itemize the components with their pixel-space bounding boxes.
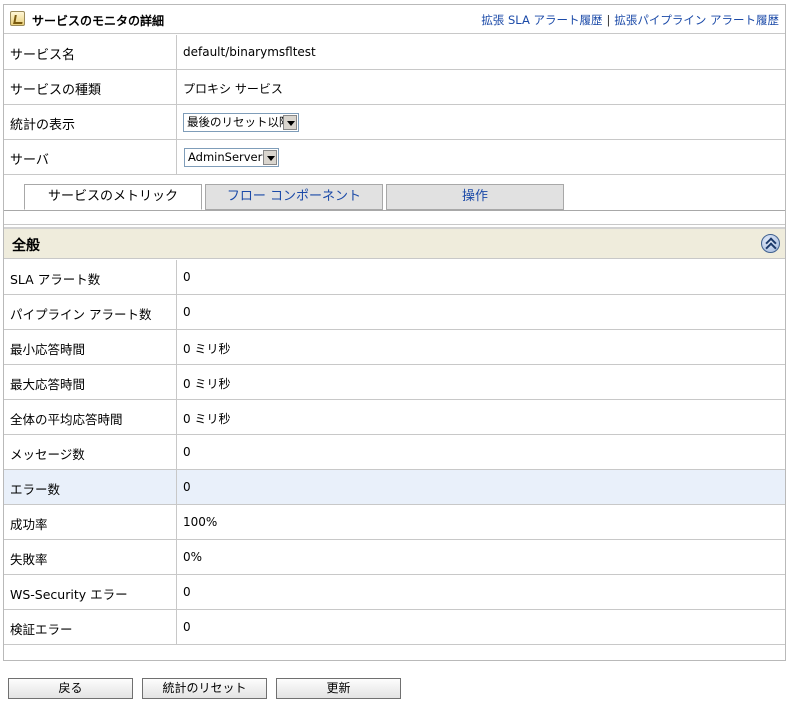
row-divider [176, 400, 177, 434]
metric-value: 0 [183, 305, 191, 319]
table-row: 成功率 100% [4, 505, 785, 540]
table-row: 失敗率 0% [4, 540, 785, 575]
tab-bar: サービスのメトリック フロー コンポーネント 操作 [4, 175, 785, 225]
collapse-icon[interactable] [761, 234, 780, 253]
table-row: 全体の平均応答時間 0 ミリ秒 [4, 400, 785, 435]
row-divider [176, 575, 177, 609]
server-selected: AdminServer [188, 150, 263, 164]
metric-value: 100% [183, 515, 218, 529]
page-title: サービスのモニタの詳細 [32, 14, 165, 28]
chevron-down-icon[interactable] [263, 150, 277, 165]
service-monitor-icon [10, 11, 25, 26]
sla-alert-history-link[interactable]: 拡張 SLA アラート履歴 [481, 13, 602, 27]
metric-value: 0% [183, 550, 203, 564]
metric-value: 0 [183, 270, 191, 284]
metric-label: エラー数 [10, 482, 61, 497]
metric-label: SLA アラート数 [10, 272, 101, 287]
metric-value: 0 [183, 445, 191, 459]
server-row: サーバ AdminServer [4, 140, 785, 175]
tab-flow-components[interactable]: フロー コンポーネント [205, 184, 383, 210]
metric-label: 全体の平均応答時間 [10, 412, 123, 427]
metric-label: メッセージ数 [10, 447, 85, 462]
section-title: 全般 [12, 238, 40, 254]
table-row: メッセージ数 0 [4, 435, 785, 470]
alert-history-links: 拡張 SLA アラート履歴 | 拡張パイプライン アラート履歴 [481, 12, 779, 28]
row-divider [176, 540, 177, 574]
table-row: 最小応答時間 0 ミリ秒 [4, 330, 785, 365]
service-type-label: サービスの種類 [10, 83, 102, 98]
service-name-value: default/binarymsfltest [183, 45, 316, 59]
row-divider [176, 365, 177, 399]
row-divider [176, 470, 177, 504]
metric-value: 0 [183, 480, 191, 494]
tab-service-metrics[interactable]: サービスのメトリック [24, 184, 202, 210]
row-divider [176, 260, 177, 294]
metric-value: 0 [183, 585, 191, 599]
reset-stats-button[interactable]: 統計のリセット [142, 678, 267, 699]
stats-display-label: 統計の表示 [10, 118, 76, 133]
row-divider [176, 330, 177, 364]
metric-value: 0 ミリ秒 [183, 342, 231, 356]
link-separator: | [606, 13, 611, 27]
metric-label: 失敗率 [10, 552, 48, 567]
row-divider [176, 505, 177, 539]
table-row: パイプライン アラート数 0 [4, 295, 785, 330]
metric-label: 検証エラー [10, 622, 73, 637]
stats-display-select[interactable]: 最後のリセット以降 [183, 113, 299, 132]
service-type-value: プロキシ サービス [183, 82, 283, 96]
chevron-down-icon[interactable] [283, 115, 297, 130]
row-divider [176, 435, 177, 469]
row-divider [176, 35, 177, 69]
tab-operations[interactable]: 操作 [386, 184, 564, 210]
stats-display-selected: 最後のリセット以降 [187, 115, 291, 129]
service-name-label: サービス名 [10, 48, 76, 63]
metric-label: パイプライン アラート数 [10, 307, 152, 322]
table-row: エラー数 0 [4, 470, 785, 505]
metric-value: 0 ミリ秒 [183, 412, 231, 426]
service-name-row: サービス名 default/binarymsfltest [4, 35, 785, 70]
panel-header: サービスのモニタの詳細 拡張 SLA アラート履歴 | 拡張パイプライン アラート履… [4, 5, 785, 34]
row-divider [176, 105, 177, 139]
monitor-panel: サービスのモニタの詳細 拡張 SLA アラート履歴 | 拡張パイプライン アラート履… [3, 4, 786, 661]
metric-value: 0 [183, 620, 191, 634]
row-divider [176, 610, 177, 644]
metric-label: 最小応答時間 [10, 342, 86, 357]
row-divider [176, 140, 177, 174]
service-type-row: サービスの種類 プロキシ サービス [4, 70, 785, 105]
row-divider [176, 295, 177, 329]
server-label: サーバ [10, 153, 49, 168]
general-section-header: 全般 [4, 227, 785, 259]
metric-label: 最大応答時間 [10, 377, 86, 392]
back-button[interactable]: 戻る [8, 678, 133, 699]
table-row: 最大応答時間 0 ミリ秒 [4, 365, 785, 400]
metric-label: 成功率 [10, 517, 48, 532]
metric-value: 0 ミリ秒 [183, 377, 231, 391]
table-row: SLA アラート数 0 [4, 260, 785, 295]
table-row: WS-Security エラー 0 [4, 575, 785, 610]
row-divider [176, 70, 177, 104]
pipeline-alert-history-link[interactable]: 拡張パイプライン アラート履歴 [614, 13, 779, 27]
tab-baseline [4, 210, 785, 211]
server-select[interactable]: AdminServer [184, 148, 279, 167]
table-row: 検証エラー 0 [4, 610, 785, 645]
metric-label: WS-Security エラー [10, 587, 128, 602]
stats-display-row: 統計の表示 最後のリセット以降 [4, 105, 785, 140]
refresh-button[interactable]: 更新 [276, 678, 401, 699]
